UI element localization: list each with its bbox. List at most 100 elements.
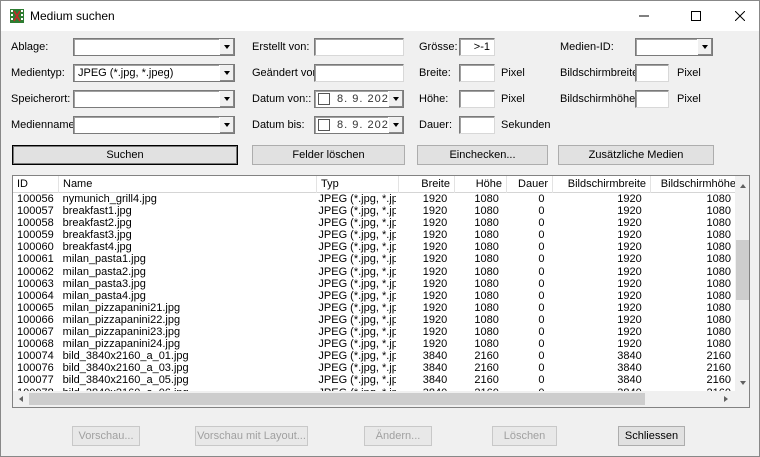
table-row[interactable]: 100061 milan_pasta1.jpg JPEG (*.jpg, *.jp.…	[13, 253, 735, 265]
table-row[interactable]: 100074 bild_3840x2160_a_01.jpg JPEG (*.jpg…	[13, 350, 735, 362]
geaendert-von-input[interactable]	[314, 64, 404, 82]
table-cell: 100061	[17, 253, 54, 266]
datum-von-checkbox[interactable]	[318, 93, 330, 105]
vorschau-button[interactable]: Vorschau...	[72, 426, 140, 446]
vertical-scroll-thumb[interactable]	[736, 240, 749, 300]
table-row[interactable]: 100057 breakfast1.jpg JPEG (*.jpg, *.jp...…	[13, 205, 735, 217]
column-header[interactable]: Bildschirmhöhe	[651, 176, 741, 193]
table-cell: bild_3840x2160_a_05.jpg	[62, 374, 189, 387]
table-row[interactable]: 100067 milan_pizzapanini23.jpg JPEG (*.jpg…	[13, 326, 735, 338]
table-cell: 1920	[422, 241, 448, 254]
medien-id-combo[interactable]	[635, 38, 713, 56]
table-row[interactable]: 100059 breakfast3.jpg JPEG (*.jpg, *.jp...…	[13, 229, 735, 241]
table-row[interactable]: 100065 milan_pizzapanini21.jpg JPEG (*.jpg…	[13, 302, 735, 314]
hoehe-unit: Pixel	[501, 93, 525, 105]
table-cell: 100077	[17, 374, 54, 387]
maximize-button[interactable]	[673, 1, 719, 31]
column-header[interactable]: Höhe	[455, 176, 507, 193]
table-cell: 1080	[706, 229, 731, 242]
table-row[interactable]: 100076 bild_3840x2160_a_03.jpg JPEG (*.jpg…	[13, 362, 735, 374]
table-cell: 100063	[17, 277, 54, 290]
medientyp-label: Medientyp:	[11, 67, 65, 79]
vertical-scrollbar[interactable]	[735, 176, 749, 391]
medientyp-combo[interactable]: JPEG (*.jpg, *.jpeg)	[73, 64, 235, 82]
dauer-input[interactable]	[459, 116, 495, 134]
felder-loeschen-button[interactable]: Felder löschen	[252, 145, 405, 165]
datum-von-picker[interactable]: 8. 9. 2021	[314, 90, 404, 108]
medienname-dropdown-arrow[interactable]	[219, 117, 234, 133]
horizontal-scrollbar[interactable]	[13, 391, 735, 407]
schliessen-button[interactable]: Schliessen	[618, 426, 685, 446]
table-cell: JPEG (*.jpg, *.jp...	[318, 338, 395, 351]
einchecken-button[interactable]: Einchecken...	[417, 145, 548, 165]
bildschirmbreite-input[interactable]	[635, 64, 669, 82]
column-header[interactable]: ID	[13, 176, 59, 193]
medium-suchen-window: Medium suchen Ablage: Medientyp: JPEG (*…	[0, 0, 760, 457]
datum-bis-checkbox[interactable]	[318, 119, 330, 131]
table-cell: JPEG (*.jpg, *.jp...	[318, 253, 395, 266]
results-list[interactable]: ID Name Typ Breite Höhe Dauer Bildschirmbreite…	[12, 175, 750, 408]
table-cell: 1920	[617, 301, 642, 314]
table-row[interactable]: 100056 nymunich_grill4.jpg JPEG (*.jpg, *.…	[13, 193, 735, 205]
table-cell: 0	[538, 313, 545, 326]
ablage-combo[interactable]	[73, 38, 235, 56]
scroll-right-button[interactable]	[718, 391, 733, 407]
erstellt-von-input[interactable]	[314, 38, 404, 56]
table-row[interactable]: 100077 bild_3840x2160_a_05.jpg JPEG (*.jpg…	[13, 374, 735, 386]
medientyp-value: JPEG (*.jpg, *.jpeg)	[78, 67, 174, 79]
table-row[interactable]: 100066 milan_pizzapanini22.jpg JPEG (*.jpg…	[13, 314, 735, 326]
table-cell: 1080	[474, 326, 499, 339]
column-header[interactable]: Bildschirmbreite	[553, 176, 651, 193]
vorschau-mit-layout-button[interactable]: Vorschau mit Layout...	[195, 426, 308, 446]
ablage-label: Ablage:	[11, 41, 49, 53]
column-header[interactable]: Name	[59, 176, 317, 193]
medientyp-dropdown-arrow[interactable]	[219, 65, 234, 81]
medien-id-label: Medien-ID:	[560, 41, 614, 53]
table-cell: 1920	[617, 313, 642, 326]
column-header[interactable]: Typ	[317, 176, 399, 193]
zusaetzliche-medien-button[interactable]: Zusätzliche Medien	[558, 145, 714, 165]
table-cell: 1080	[474, 301, 499, 314]
horizontal-scroll-thumb[interactable]	[29, 393, 645, 405]
medien-id-dropdown-arrow[interactable]	[697, 39, 712, 55]
table-cell: 0	[538, 362, 545, 375]
ablage-dropdown-arrow[interactable]	[219, 39, 234, 55]
groesse-input[interactable]: >-1	[459, 38, 495, 56]
breite-input[interactable]	[459, 64, 495, 82]
erstellt-von-label: Erstellt von:	[252, 41, 310, 53]
table-cell: 1920	[617, 277, 642, 290]
loeschen-button[interactable]: Löschen	[492, 426, 557, 446]
table-cell: 100059	[17, 229, 54, 242]
bildschirmhoehe-input[interactable]	[635, 90, 669, 108]
speicherort-dropdown-arrow[interactable]	[219, 91, 234, 107]
hoehe-input[interactable]	[459, 90, 495, 108]
datum-von-dropdown-arrow[interactable]	[388, 91, 403, 107]
table-row[interactable]: 100060 breakfast4.jpg JPEG (*.jpg, *.jp...…	[13, 241, 735, 253]
speicherort-combo[interactable]	[73, 90, 235, 108]
datum-bis-picker[interactable]: 8. 9. 2021	[314, 116, 404, 134]
table-row[interactable]: 100064 milan_pasta4.jpg JPEG (*.jpg, *.jp.…	[13, 290, 735, 302]
table-cell: 100066	[17, 313, 54, 326]
scroll-up-button[interactable]	[735, 178, 749, 193]
column-header[interactable]: Breite	[399, 176, 455, 193]
table-row[interactable]: 100068 milan_pizzapanini24.jpg JPEG (*.jpg…	[13, 338, 735, 350]
suchen-button[interactable]: Suchen	[12, 145, 238, 165]
close-button[interactable]	[717, 1, 760, 31]
column-header[interactable]: Dauer	[507, 176, 553, 193]
aendern-button[interactable]: Ändern...	[364, 426, 432, 446]
table-row[interactable]: 100062 milan_pasta2.jpg JPEG (*.jpg, *.jp.…	[13, 266, 735, 278]
table-cell: 100057	[17, 205, 54, 218]
minimize-icon	[639, 15, 649, 17]
speicherort-label: Speicherort:	[11, 93, 71, 105]
table-cell: 1080	[474, 289, 499, 302]
table-row[interactable]: 100063 milan_pasta3.jpg JPEG (*.jpg, *.jp.…	[13, 278, 735, 290]
medienname-combo[interactable]	[73, 116, 235, 134]
scroll-down-button[interactable]	[735, 375, 749, 390]
geaendert-von-label: Geändert von:	[252, 67, 322, 79]
minimize-button[interactable]	[621, 1, 667, 31]
chevron-right-icon	[723, 396, 728, 402]
scroll-left-button[interactable]	[13, 391, 28, 407]
table-cell: JPEG (*.jpg, *.jp...	[318, 301, 395, 314]
datum-bis-dropdown-arrow[interactable]	[388, 117, 403, 133]
table-row[interactable]: 100058 breakfast2.jpg JPEG (*.jpg, *.jp...…	[13, 217, 735, 229]
